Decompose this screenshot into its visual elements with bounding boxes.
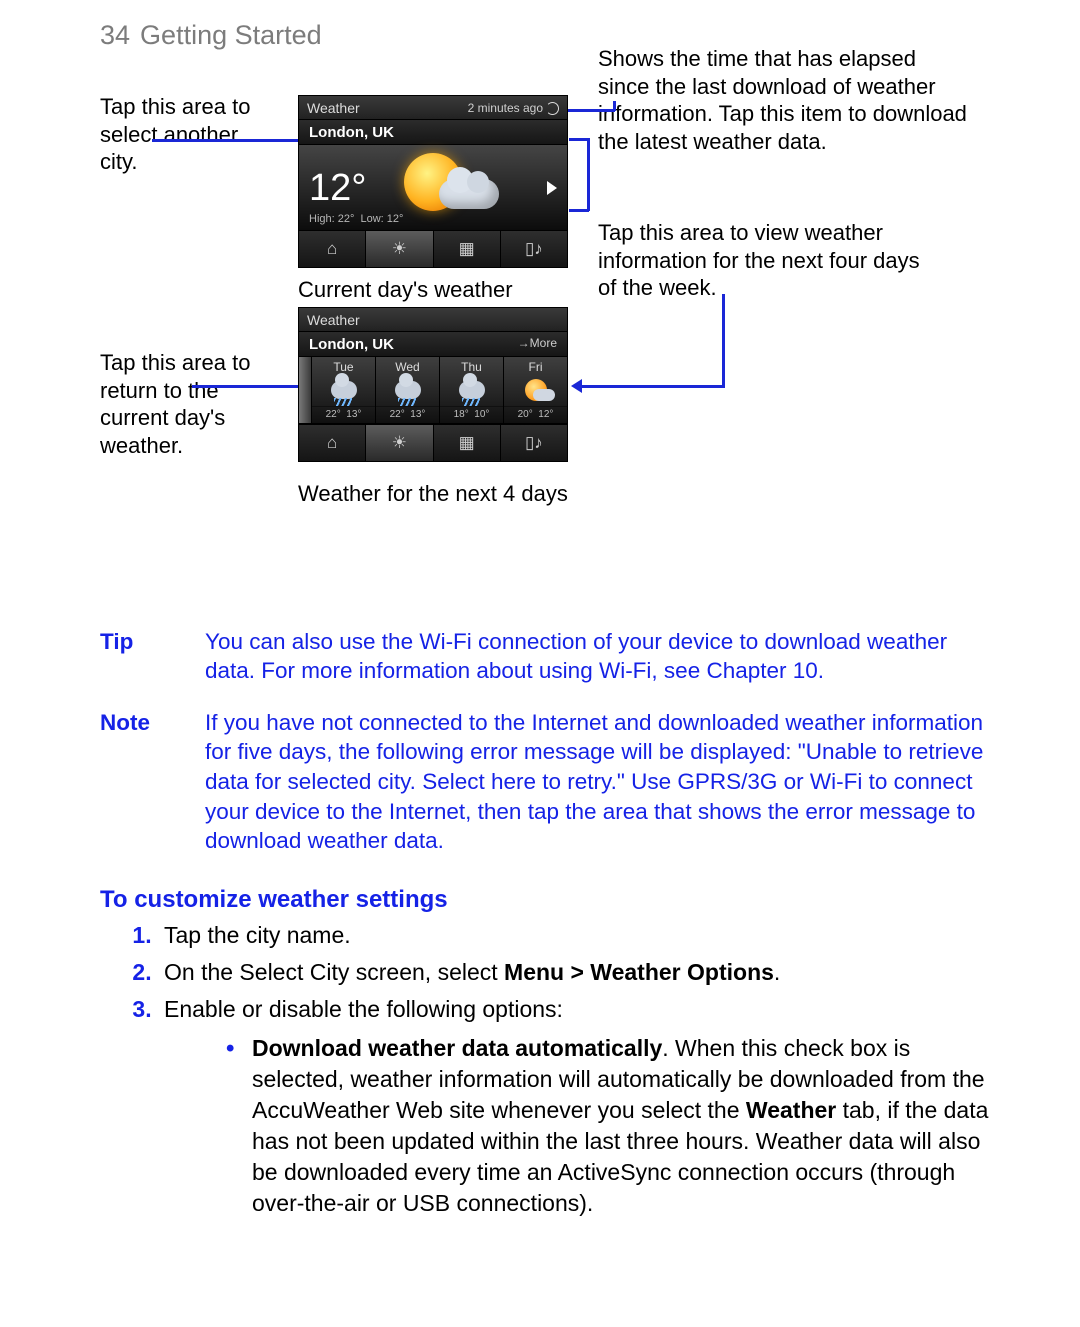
home-icon: ⌂ — [327, 239, 337, 259]
weather-current-screenshot: Weather 2 minutes ago London, UK 12° Hig… — [298, 95, 568, 268]
weather-forecast-screenshot: Weather London, UK →More Tue 22° 13° Wed… — [298, 307, 568, 462]
caption-shot1: Current day's weather — [298, 277, 513, 303]
bottom-tabs: ⌂ ☀ ▦ ▯♪ — [299, 230, 567, 267]
rain-icon — [459, 381, 485, 399]
sun-gear-icon: ☀ — [392, 239, 407, 259]
sun-gear-icon: ☀ — [392, 433, 407, 453]
titlebar: Weather — [299, 308, 567, 332]
note-label: Note — [100, 708, 205, 856]
tab-weather[interactable]: ☀ — [366, 231, 433, 267]
callout-next4: Tap this area to view weather informatio… — [598, 219, 928, 302]
callout-elapsed: Shows the time that has elapsed since th… — [598, 45, 968, 155]
section-heading: To customize weather settings — [100, 886, 990, 914]
page-number: 34 — [100, 20, 130, 50]
bullet-list: Download weather data automatically. Whe… — [226, 1033, 990, 1219]
note-text: If you have not connected to the Interne… — [205, 708, 990, 856]
connector-line — [722, 294, 725, 388]
elapsed-button[interactable]: 2 minutes ago — [468, 100, 559, 116]
return-handle[interactable] — [299, 357, 312, 423]
chevron-right-icon[interactable] — [547, 181, 557, 195]
tip-label: Tip — [100, 627, 205, 686]
city-name: London, UK — [309, 124, 394, 141]
grid-icon: ▦ — [459, 239, 475, 259]
connector-line — [569, 138, 589, 141]
steps-list: Tap the city name. On the Select City sc… — [128, 920, 990, 1219]
connector-line — [582, 385, 722, 388]
rain-icon — [395, 381, 421, 399]
tab-weather[interactable]: ☀ — [366, 425, 433, 461]
titlebar: Weather 2 minutes ago — [299, 96, 567, 120]
connector-line — [152, 139, 304, 142]
forecast-day[interactable]: Thu 18° 10° — [440, 357, 504, 423]
section-title: Getting Started — [140, 20, 322, 50]
connector-line — [587, 138, 590, 211]
city-row[interactable]: London, UK →More — [299, 332, 567, 357]
cloud-icon — [439, 179, 499, 209]
note-block: Note If you have not connected to the In… — [100, 708, 990, 856]
home-icon: ⌂ — [327, 433, 337, 453]
forecast-day[interactable]: Tue 22° 13° — [312, 357, 376, 423]
rain-icon — [331, 381, 357, 399]
more-link[interactable]: →More — [518, 336, 557, 353]
bottom-tabs: ⌂ ☀ ▦ ▯♪ — [299, 424, 567, 461]
step-item: Tap the city name. — [158, 920, 990, 951]
callout-return: Tap this area to return to the current d… — [100, 349, 268, 459]
temperature: 12° — [309, 169, 366, 207]
step-item: Enable or disable the following options:… — [158, 994, 990, 1219]
tab-home[interactable]: ⌂ — [299, 425, 366, 461]
app-title: Weather — [307, 312, 360, 328]
connector-line — [569, 209, 589, 212]
tab-apps[interactable]: ▦ — [434, 231, 501, 267]
figure-area: Tap this area to select another city. Sh… — [100, 79, 990, 589]
bullet-item: Download weather data automatically. Whe… — [226, 1033, 990, 1219]
elapsed-text: 2 minutes ago — [468, 101, 543, 115]
city-name: London, UK — [309, 336, 394, 353]
refresh-icon — [546, 102, 559, 115]
high-low: High: 22° Low: 12° — [309, 213, 403, 225]
app-title: Weather — [307, 100, 360, 116]
forecast-day[interactable]: Fri 20° 12° — [504, 357, 567, 423]
city-selector[interactable]: London, UK — [299, 120, 567, 145]
tab-media[interactable]: ▯♪ — [501, 231, 567, 267]
tab-media[interactable]: ▯♪ — [501, 425, 567, 461]
grid-icon: ▦ — [459, 433, 475, 453]
phone-music-icon: ▯♪ — [525, 433, 543, 453]
connector-line — [192, 385, 304, 388]
callout-select-city: Tap this area to select another city. — [100, 93, 255, 176]
tab-home[interactable]: ⌂ — [299, 231, 366, 267]
tip-block: Tip You can also use the Wi-Fi connectio… — [100, 627, 990, 686]
current-weather-panel[interactable]: 12° High: 22° Low: 12° — [299, 145, 567, 230]
connector-line — [560, 109, 615, 112]
forecast-day[interactable]: Wed 22° 13° — [376, 357, 440, 423]
tip-text: You can also use the Wi-Fi connection of… — [205, 627, 990, 686]
caption-shot2: Weather for the next 4 days — [298, 481, 568, 507]
step-item: On the Select City screen, select Menu >… — [158, 957, 990, 988]
tab-apps[interactable]: ▦ — [434, 425, 501, 461]
sunny-icon — [525, 379, 547, 401]
phone-music-icon: ▯♪ — [525, 239, 543, 259]
forecast-row: Tue 22° 13° Wed 22° 13° Thu 18° 10° Fri — [299, 357, 567, 424]
arrow-icon — [571, 379, 582, 393]
